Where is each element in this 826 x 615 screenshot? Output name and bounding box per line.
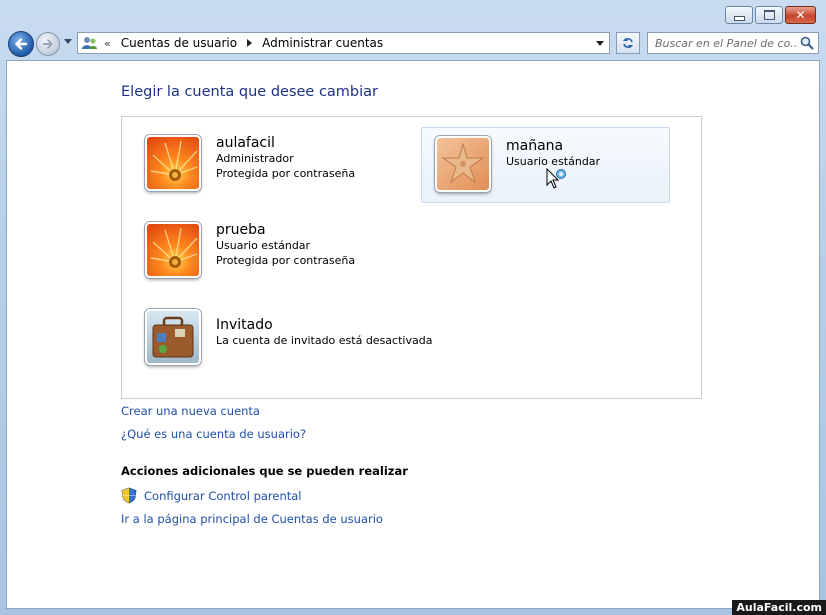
account-name: Invitado: [216, 317, 273, 333]
back-button[interactable]: [8, 31, 34, 57]
caption-buttons: ✕: [725, 6, 816, 24]
search-icon[interactable]: [800, 36, 814, 50]
window: ✕ « Cuentas de usuario Administrar cuent…: [0, 0, 826, 615]
user-accounts-main-link[interactable]: Ir a la página principal de Cuentas de u…: [121, 512, 383, 526]
account-status: Protegida por contraseña: [216, 167, 356, 180]
minimize-icon: [733, 15, 745, 21]
account-type: Administrador: [216, 152, 294, 165]
accounts-panel: aulafacil Administrador Protegida por co…: [121, 116, 702, 399]
account-type: Usuario estándar: [216, 239, 311, 252]
address-dropdown-icon[interactable]: [596, 41, 604, 46]
additional-actions-title: Acciones adicionales que se pueden reali…: [121, 464, 408, 478]
account-name: prueba: [216, 222, 266, 238]
breadcrumb-administrar-cuentas[interactable]: Administrar cuentas: [262, 36, 383, 50]
watermark: AulaFacil.com: [732, 600, 826, 615]
refresh-button[interactable]: [616, 32, 640, 54]
create-account-link[interactable]: Crear una nueva cuenta: [121, 404, 260, 418]
starfish-picture-icon: [435, 136, 491, 192]
minimize-button[interactable]: [725, 6, 753, 24]
breadcrumb-separator-icon[interactable]: [247, 39, 253, 47]
maximize-button[interactable]: [755, 6, 783, 24]
recent-pages-dropdown[interactable]: [64, 39, 72, 44]
close-icon: ✕: [795, 8, 806, 22]
search-placeholder[interactable]: Buscar en el Panel de co...: [655, 37, 798, 50]
account-prueba[interactable]: prueba Usuario estándar Protegida por co…: [145, 222, 355, 278]
account-type: Usuario estándar: [506, 155, 601, 168]
address-bar[interactable]: « Cuentas de usuario Administrar cuentas: [77, 32, 610, 54]
account-invitado[interactable]: Invitado La cuenta de invitado está desa…: [145, 309, 432, 365]
content-pane: Elegir la cuenta que desee cambiar aulaf: [6, 60, 820, 609]
flower-picture-icon: [145, 135, 201, 191]
breadcrumb-cuentas-de-usuario[interactable]: Cuentas de usuario: [121, 36, 237, 50]
user-accounts-icon: [82, 36, 98, 50]
back-arrow-icon: [15, 38, 28, 50]
forward-arrow-icon: [42, 39, 53, 49]
refresh-icon: [623, 38, 633, 48]
account-status: Protegida por contraseña: [216, 254, 356, 267]
suitcase-picture-icon: [145, 309, 201, 365]
close-button[interactable]: ✕: [785, 6, 816, 24]
page-title: Elegir la cuenta que desee cambiar: [121, 84, 379, 100]
account-aulafacil[interactable]: aulafacil Administrador Protegida por co…: [145, 135, 355, 191]
flower-picture-icon: [145, 222, 201, 278]
what-is-account-link[interactable]: ¿Qué es una cuenta de usuario?: [121, 427, 306, 441]
search-box[interactable]: Buscar en el Panel de co...: [647, 32, 819, 54]
maximize-icon: [763, 10, 775, 20]
parental-control-link[interactable]: Configurar Control parental: [144, 489, 302, 503]
shield-icon: [121, 487, 137, 504]
navigation-bar: « Cuentas de usuario Administrar cuentas…: [6, 30, 820, 58]
account-name: mañana: [506, 138, 564, 154]
busy-cursor-icon: [546, 168, 566, 189]
breadcrumb-overflow[interactable]: «: [104, 37, 111, 50]
account-status: La cuenta de invitado está desactivada: [216, 334, 433, 347]
forward-button[interactable]: [36, 32, 60, 56]
account-name: aulafacil: [216, 135, 275, 151]
